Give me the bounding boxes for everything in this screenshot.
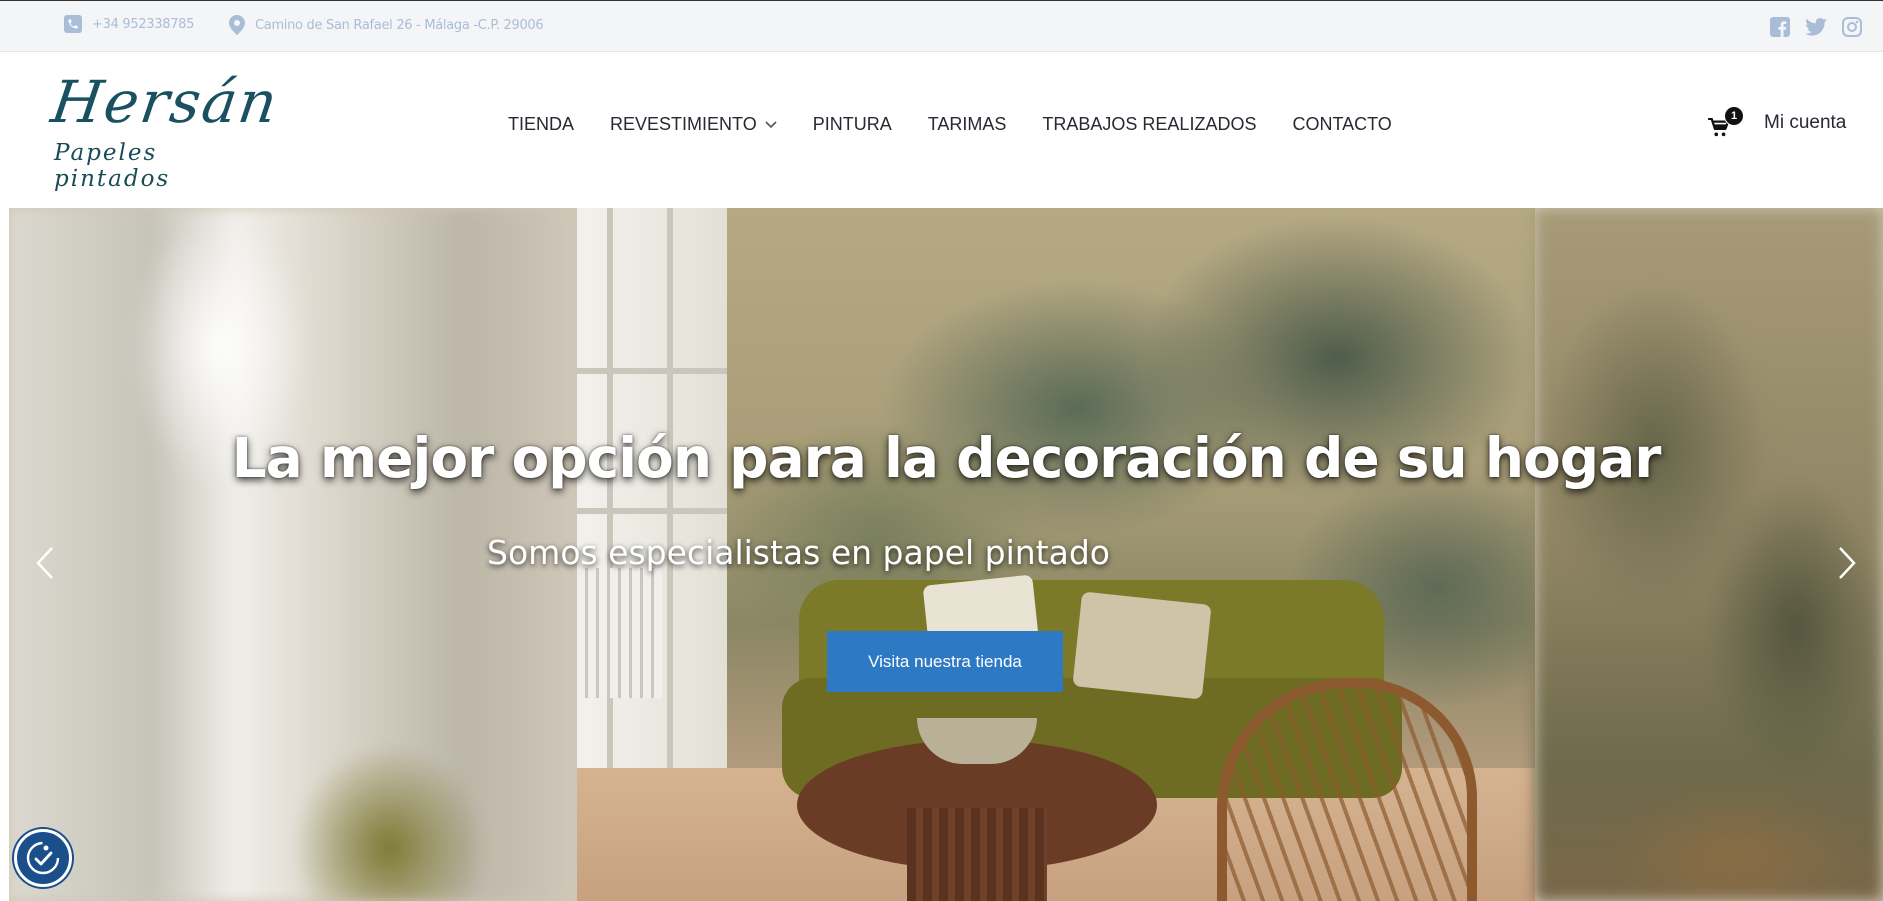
chevron-right-icon bbox=[1839, 547, 1856, 579]
address-contact[interactable]: Camino de San Rafael 26 - Málaga -C.P. 2… bbox=[229, 15, 544, 35]
phone-contact[interactable]: +34 952338785 bbox=[64, 15, 194, 33]
phone-number[interactable]: +34 952338785 bbox=[92, 17, 194, 32]
account-link[interactable]: Mi cuenta bbox=[1764, 112, 1846, 134]
site-header: Hersán Papeles pintados TIENDA REVESTIMI… bbox=[0, 52, 1883, 196]
address-text[interactable]: Camino de San Rafael 26 - Málaga -C.P. 2… bbox=[255, 18, 544, 33]
twitter-icon[interactable] bbox=[1805, 16, 1827, 38]
nav-item-pintura[interactable]: PINTURA bbox=[813, 114, 892, 135]
chevron-left-icon bbox=[36, 547, 53, 579]
nav-item-trabajos-realizados[interactable]: TRABAJOS REALIZADOS bbox=[1042, 114, 1256, 135]
visit-store-button[interactable]: Visita nuestra tienda bbox=[827, 631, 1063, 692]
hero-subtitle: Somos especialistas en papel pintado bbox=[9, 533, 1883, 572]
top-contact-bar: +34 952338785 Camino de San Rafael 26 - … bbox=[0, 0, 1883, 52]
cart-count-badge: 1 bbox=[1724, 106, 1744, 126]
site-logo[interactable]: Hersán Papeles pintados bbox=[47, 68, 283, 192]
cart-button[interactable]: 1 bbox=[1708, 106, 1748, 142]
hero-title: La mejor opción para la decoración de su… bbox=[231, 426, 1662, 490]
slider-next-button[interactable] bbox=[1833, 543, 1861, 583]
nav-item-tarimas[interactable]: TARIMAS bbox=[928, 114, 1007, 135]
slider-prev-button[interactable] bbox=[31, 543, 59, 583]
nav-item-tienda[interactable]: TIENDA bbox=[508, 114, 574, 135]
main-nav: TIENDA REVESTIMIENTO PINTURA TARIMAS TRA… bbox=[508, 114, 1392, 135]
social-links bbox=[1769, 16, 1863, 38]
cushion-decor bbox=[1072, 591, 1212, 700]
hero-subtitle-text: Somos especialistas en papel pintado bbox=[487, 533, 1110, 572]
logo-brand: Hersán bbox=[47, 68, 284, 136]
logo-tagline: Papeles pintados bbox=[54, 140, 171, 192]
instagram-icon[interactable] bbox=[1841, 16, 1863, 38]
facebook-icon[interactable] bbox=[1769, 16, 1791, 38]
phone-icon bbox=[64, 15, 82, 33]
hero-slider: La mejor opción para la decoración de su… bbox=[9, 208, 1883, 901]
nav-item-revestimiento[interactable]: REVESTIMIENTO bbox=[610, 114, 777, 135]
radiator-decor bbox=[577, 568, 662, 698]
accessibility-icon bbox=[26, 841, 60, 875]
coffee-table-base-decor bbox=[907, 808, 1047, 901]
nav-item-label: REVESTIMIENTO bbox=[610, 114, 757, 134]
accessibility-button[interactable] bbox=[14, 829, 72, 887]
nav-item-contacto[interactable]: CONTACTO bbox=[1292, 114, 1391, 135]
map-pin-icon bbox=[229, 15, 245, 35]
chevron-down-icon bbox=[765, 120, 777, 128]
